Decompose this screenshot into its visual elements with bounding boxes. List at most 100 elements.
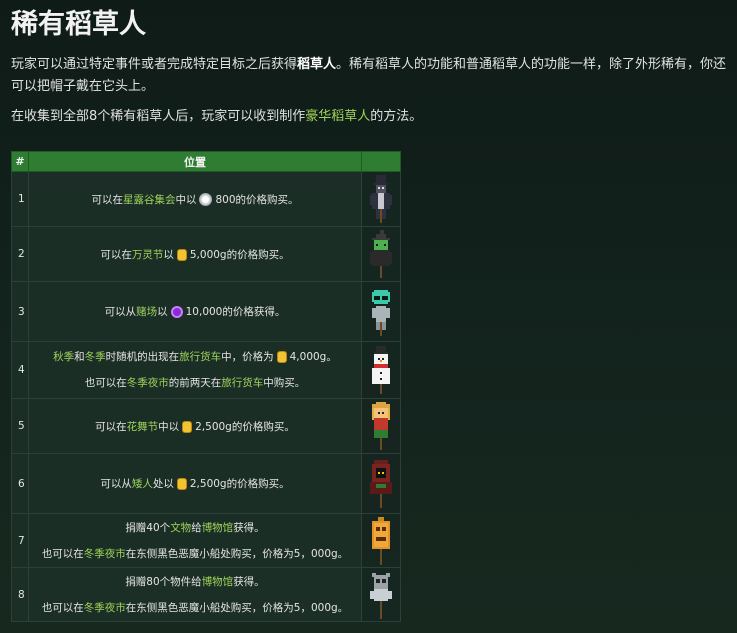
intro-paragraph-2: 在收集到全部8个稀有稻草人后，玩家可以收到制作豪华稻草人的方法。	[11, 106, 727, 128]
table-row: 2 可以在万灵节以 5,000g的价格购买。	[11, 226, 401, 282]
row-location: 可以从矮人处以 2,500g的价格购买。	[28, 453, 362, 514]
row-line-2: 也可以在冬季夜市的前两天在旅行货车中购买。	[29, 370, 361, 396]
row-location: 可以在万灵节以 5,000g的价格购买。	[28, 226, 362, 282]
cell-text: 5,000g的价格购买。	[189, 248, 290, 261]
cell-text: 中以	[175, 193, 197, 206]
row-number: 4	[11, 341, 29, 399]
row-location: 捐赠80个物件给博物馆获得。 也可以在冬季夜市在东侧黑色恶魔小船处购买，价格为5…	[28, 567, 362, 622]
rarecrow-8-icon	[370, 572, 392, 619]
gold-coin-icon	[176, 478, 187, 490]
dwarf-link[interactable]: 矮人	[132, 478, 153, 490]
cell-text: 也可以在	[41, 547, 84, 560]
cell-text: 可以在	[95, 420, 127, 433]
cell-text: 处以	[152, 478, 174, 490]
scarecrow-image-8	[361, 567, 401, 622]
row-number: 7	[11, 513, 29, 568]
traveling-cart-link[interactable]: 旅行货车	[179, 351, 221, 363]
deluxe-scarecrow-link[interactable]: 豪华稻草人	[305, 109, 370, 124]
cell-text: 800的价格购买。	[215, 193, 299, 206]
traveling-cart-link[interactable]: 旅行货车	[221, 377, 263, 389]
table-row: 5 可以在花舞节中以 2,500g的价格购买。	[11, 398, 401, 454]
table-row: 7 捐赠40个文物给博物馆获得。 也可以在冬季夜市在东侧黑色恶魔小船处购买，价格…	[11, 513, 401, 568]
museum-link[interactable]: 博物馆	[202, 522, 234, 534]
cell-text: 2,500g的价格购买。	[189, 478, 290, 490]
cell-text: 2,500g的价格购买。	[195, 420, 295, 433]
row-number: 5	[11, 398, 29, 454]
night-market-link[interactable]: 冬季夜市	[84, 602, 126, 614]
row-line-1: 捐赠80个物件给博物馆获得。	[29, 569, 361, 595]
intro-text: 的方法。	[370, 109, 423, 124]
cell-text: 中，价格为	[221, 351, 274, 363]
cell-text: 在东侧黑色恶魔小船处购买，价格为5，000g。	[125, 601, 349, 614]
winter-link[interactable]: 冬季	[85, 351, 106, 363]
cell-text: 以	[163, 248, 174, 261]
cell-text: 也可以在	[41, 601, 84, 614]
cell-text: 可以从	[104, 306, 137, 318]
artifacts-link[interactable]: 文物	[170, 522, 191, 534]
cell-text: 的前两天在	[168, 377, 222, 389]
rarecrow-5-icon	[372, 402, 390, 450]
table-row: 1 可以在星露谷集会中以 800的价格购买。	[11, 171, 401, 227]
gold-coin-icon	[182, 420, 193, 433]
spirits-eve-link[interactable]: 万灵节	[132, 249, 164, 261]
rarecrow-2-icon	[370, 230, 392, 278]
rarecrow-3-icon	[372, 289, 390, 336]
row-location: 可以在花舞节中以 2,500g的价格购买。	[28, 398, 362, 454]
cell-text: 获得。	[233, 575, 265, 588]
scarecrow-image-5	[361, 398, 401, 454]
cell-text: 获得。	[233, 521, 265, 534]
stardrop-star-icon	[199, 193, 213, 206]
header-number: #	[11, 151, 29, 172]
scarecrow-image-2	[361, 226, 401, 282]
header-image	[361, 151, 401, 172]
row-line-2: 也可以在冬季夜市在东侧黑色恶魔小船处购买，价格为5，000g。	[29, 595, 361, 621]
cell-text: 可以从	[100, 478, 132, 490]
fall-link[interactable]: 秋季	[53, 351, 74, 363]
night-market-link[interactable]: 冬季夜市	[127, 377, 169, 389]
flower-dance-link[interactable]: 花舞节	[127, 421, 159, 433]
rare-scarecrow-table: # 位置 1 可以在星露谷集会中以 800的价格购买。 2 可以在万灵节以 5,…	[11, 151, 401, 622]
row-number: 6	[11, 453, 29, 514]
cell-text: 中购买。	[263, 377, 306, 389]
cell-text: 给	[191, 521, 202, 534]
scarecrow-image-3	[361, 281, 401, 342]
cell-text: 也可以在	[84, 377, 127, 389]
rarecrow-7-icon	[372, 516, 390, 565]
scarecrow-image-1	[361, 171, 401, 227]
intro-text: 在收集到全部8个稀有稻草人后，玩家可以收到制作	[11, 109, 306, 124]
cell-text: 可以在	[91, 193, 123, 206]
table-row: 3 可以从赌场以 10,000的价格获得。	[11, 281, 401, 342]
night-market-link[interactable]: 冬季夜市	[84, 548, 126, 560]
intro-paragraph-1: 玩家可以通过特定事件或者完成特定目标之后获得稻草人。稀有稻草人的功能和普通稻草人…	[11, 54, 727, 98]
table-row: 6 可以从矮人处以 2,500g的价格购买。	[11, 453, 401, 514]
table-row: 4 秋季和冬季时随机的出现在旅行货车中，价格为 4,000g。 也可以在冬季夜市的…	[11, 341, 401, 399]
cell-text: 4,000g。	[289, 351, 337, 363]
table-header-row: # 位置	[11, 151, 401, 172]
rarecrow-1-icon	[370, 175, 392, 223]
scarecrow-bold: 稻草人	[297, 57, 337, 72]
row-line-2: 也可以在冬季夜市在东侧黑色恶魔小船处购买，价格为5，000g。	[29, 541, 361, 567]
casino-link[interactable]: 赌场	[136, 306, 157, 318]
row-line-1: 捐赠40个文物给博物馆获得。	[29, 515, 361, 541]
cell-text: 中以	[158, 420, 180, 433]
stardew-fair-link[interactable]: 星露谷集会	[123, 194, 176, 206]
row-location: 可以从赌场以 10,000的价格获得。	[28, 281, 362, 342]
qi-coin-icon	[170, 306, 183, 318]
row-number: 2	[11, 226, 29, 282]
row-location: 可以在星露谷集会中以 800的价格购买。	[28, 171, 362, 227]
rarecrow-4-icon	[372, 346, 390, 394]
row-number: 1	[11, 171, 29, 227]
cell-text: 和	[74, 351, 85, 363]
table-row: 8 捐赠80个物件给博物馆获得。 也可以在冬季夜市在东侧黑色恶魔小船处购买，价格…	[11, 567, 401, 622]
cell-text: 捐赠40个	[125, 521, 171, 534]
cell-text: 以	[157, 306, 168, 318]
cell-text: 时随机的出现在	[105, 351, 180, 363]
header-location: 位置	[28, 151, 362, 172]
gold-coin-icon	[276, 351, 287, 363]
scarecrow-image-4	[361, 341, 401, 399]
page-title: 稀有稻草人	[11, 9, 146, 40]
scarecrow-image-6	[361, 453, 401, 514]
museum-link[interactable]: 博物馆	[202, 576, 234, 588]
page-content: 稀有稻草人 玩家可以通过特定事件或者完成特定目标之后获得稻草人。稀有稻草人的功能…	[11, 0, 727, 128]
cell-text: 10,000的价格获得。	[185, 306, 286, 318]
